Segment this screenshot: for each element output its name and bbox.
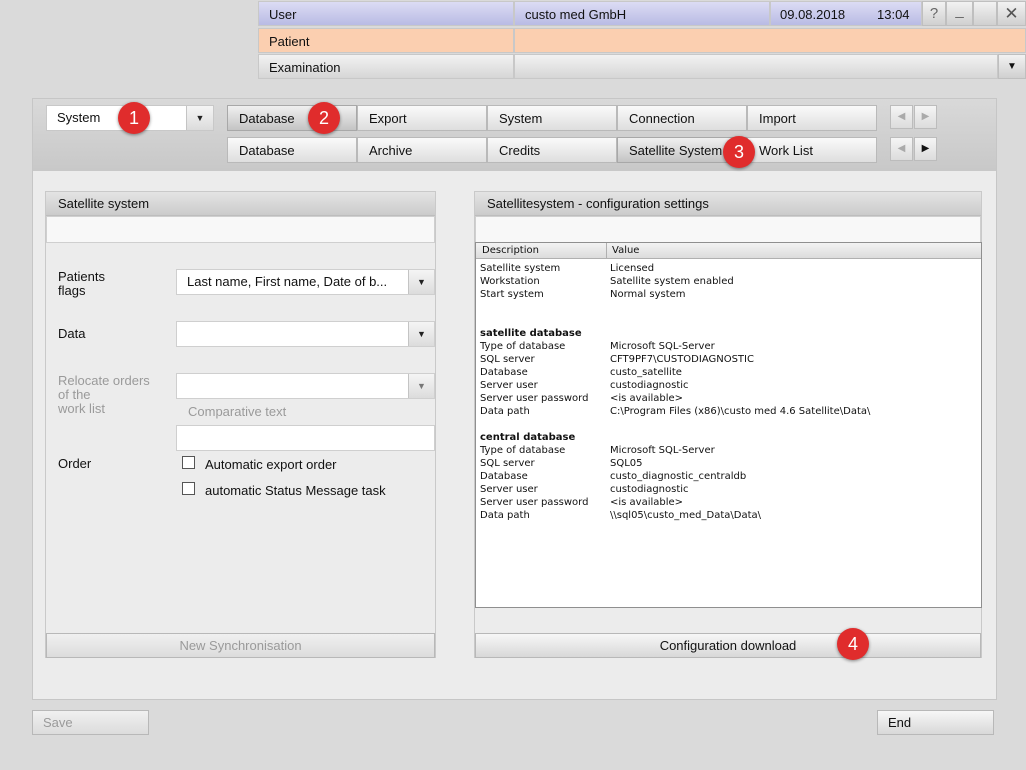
tab-credits[interactable]: Credits: [487, 137, 617, 163]
chevron-down-icon[interactable]: ▼: [408, 322, 434, 346]
row-description: Database: [480, 367, 528, 378]
callout-badge-2: 2: [308, 102, 340, 134]
row-description: Server user: [480, 380, 538, 391]
chevron-down-icon[interactable]: ▼: [186, 106, 213, 130]
row-description: Workstation: [480, 276, 540, 287]
tabs-row2-prev-icon[interactable]: ◀: [890, 137, 913, 161]
relocate-orders-label: Relocate orders of the work list: [58, 373, 150, 416]
tabs-row1-prev-icon[interactable]: ◀: [890, 105, 913, 129]
row-value: Satellite system enabled: [610, 276, 734, 287]
tab-work-list[interactable]: Work List: [747, 137, 877, 163]
order-label: Order: [58, 456, 92, 471]
row-value: Microsoft SQL-Server: [610, 341, 715, 352]
row-description: central database: [480, 432, 576, 443]
row-value: custo_diagnostic_centraldb: [610, 471, 747, 482]
callout-badge-3: 3: [723, 136, 755, 168]
patient-label-cell[interactable]: Patient: [258, 28, 514, 53]
examination-value-cell[interactable]: [514, 54, 998, 79]
date-text: 09.08.2018: [780, 7, 846, 22]
examination-label-cell[interactable]: Examination: [258, 54, 514, 79]
panel-title: Satellite system: [46, 192, 435, 216]
user-label-cell: User: [258, 1, 514, 26]
row-description: satellite database: [480, 328, 582, 339]
configuration-download-button[interactable]: Configuration download: [475, 633, 981, 658]
row-value: <is available>: [610, 393, 684, 404]
help-button[interactable]: ?: [922, 1, 946, 26]
tabs-row1-next-icon[interactable]: ▶: [914, 105, 937, 129]
patients-flags-select[interactable]: Last name, First name, Date of b... ▼: [176, 269, 435, 295]
date-time-cell: 09.08.2018 13:04: [770, 1, 922, 26]
company-cell: custo med GmbH: [514, 1, 770, 26]
row-value: custodiagnostic: [610, 380, 689, 391]
data-select[interactable]: ▼: [176, 321, 435, 347]
tab-system[interactable]: System: [487, 105, 617, 131]
row-description: Server user: [480, 484, 538, 495]
examination-dropdown-button[interactable]: ▼: [998, 54, 1026, 79]
row-description: Data path: [480, 510, 530, 521]
table-header: Description Value: [476, 243, 981, 259]
patient-value-cell[interactable]: [514, 28, 1026, 53]
column-separator[interactable]: [606, 243, 607, 259]
save-button[interactable]: Save: [32, 710, 149, 735]
row-description: Start system: [480, 289, 544, 300]
tab-archive[interactable]: Archive: [357, 137, 487, 163]
row-value: Microsoft SQL-Server: [610, 445, 715, 456]
row-description: Server user password: [480, 393, 589, 404]
callout-badge-1: 1: [118, 102, 150, 134]
end-button[interactable]: End: [877, 710, 994, 735]
row-value: SQL05: [610, 458, 643, 469]
automatic-status-message-label[interactable]: automatic Status Message task: [205, 484, 386, 498]
row-value: custo_satellite: [610, 367, 682, 378]
row-value: CFT9PF7\CUSTODIAGNOSTIC: [610, 354, 754, 365]
patients-flags-label: Patients flags: [58, 269, 105, 298]
row-description: SQL server: [480, 354, 535, 365]
comparative-text-input[interactable]: [176, 425, 435, 451]
automatic-export-order-label[interactable]: Automatic export order: [205, 458, 337, 472]
row-value: Normal system: [610, 289, 686, 300]
callout-badge-4: 4: [837, 628, 869, 660]
chevron-down-icon[interactable]: ▼: [408, 270, 434, 294]
row-value: custodiagnostic: [610, 484, 689, 495]
automatic-export-order-checkbox[interactable]: [182, 456, 195, 469]
data-label: Data: [58, 326, 86, 341]
chevron-down-icon[interactable]: ▼: [408, 374, 434, 398]
spacer-button: [973, 1, 997, 26]
configuration-table[interactable]: Description Value Satellite system Licens…: [475, 242, 982, 608]
relocate-orders-select[interactable]: ▼: [176, 373, 435, 399]
panel-title: Satellitesystem - configuration settings: [475, 192, 981, 216]
tab-database-sub[interactable]: Database: [227, 137, 357, 163]
row-description: Type of database: [480, 341, 566, 352]
row-description: Type of database: [480, 445, 566, 456]
row-value: C:\Program Files (x86)\custo med 4.6 Sat…: [610, 406, 871, 417]
minimize-button[interactable]: _: [946, 1, 973, 26]
row-description: Data path: [480, 406, 530, 417]
close-button[interactable]: ✕: [997, 1, 1026, 26]
left-panel-strip: [46, 216, 435, 243]
patients-flags-value: Last name, First name, Date of b...: [187, 274, 388, 289]
row-description: Server user password: [480, 497, 589, 508]
new-synchronisation-button[interactable]: New Synchronisation: [46, 633, 435, 658]
column-header-description[interactable]: Description: [482, 243, 539, 258]
time-text: 13:04: [877, 7, 910, 22]
row-description: Satellite system: [480, 263, 561, 274]
right-panel-strip: [475, 216, 981, 243]
comparative-text-label: Comparative text: [188, 404, 287, 419]
row-description: Database: [480, 471, 528, 482]
tabs-row2-next-icon[interactable]: ▶: [914, 137, 937, 161]
tab-export[interactable]: Export: [357, 105, 487, 131]
row-value: Licensed: [610, 263, 655, 274]
row-value: <is available>: [610, 497, 684, 508]
row-value: \\sql05\custo_med_Data\Data\: [610, 510, 761, 521]
row-description: SQL server: [480, 458, 535, 469]
column-header-value[interactable]: Value: [612, 243, 639, 258]
automatic-status-message-checkbox[interactable]: [182, 482, 195, 495]
tab-import[interactable]: Import: [747, 105, 877, 131]
tab-connection[interactable]: Connection: [617, 105, 747, 131]
